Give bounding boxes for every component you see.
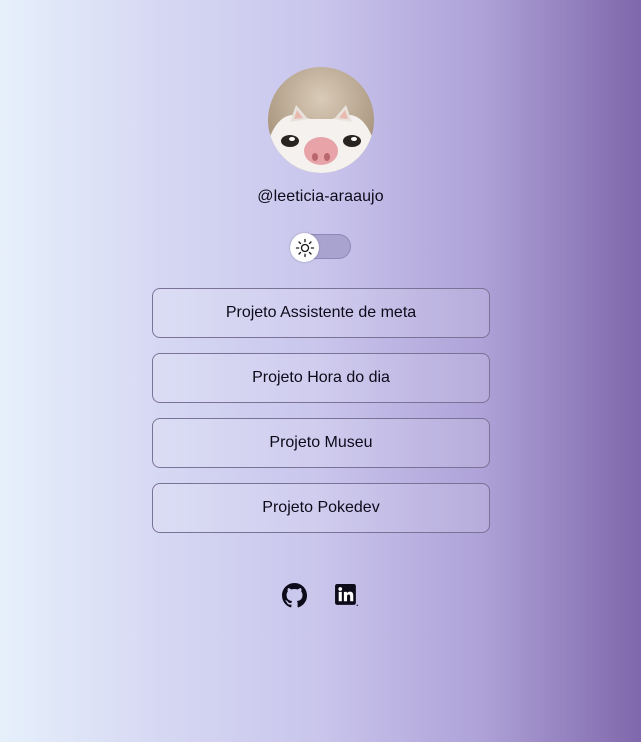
profile-section: @leeticia-araaujo bbox=[0, 67, 641, 207]
social-links bbox=[0, 583, 641, 608]
linkedin-icon[interactable] bbox=[334, 583, 359, 608]
github-icon[interactable] bbox=[282, 583, 307, 608]
theme-toggle[interactable] bbox=[290, 233, 351, 262]
toggle-knob bbox=[290, 233, 319, 262]
link-projeto-pokedev[interactable]: Projeto Pokedev bbox=[152, 483, 490, 533]
link-projeto-museu[interactable]: Projeto Museu bbox=[152, 418, 490, 468]
username: @leeticia-araaujo bbox=[257, 188, 384, 205]
link-projeto-assistente-de-meta[interactable]: Projeto Assistente de meta bbox=[152, 288, 490, 338]
link-projeto-hora-do-dia[interactable]: Projeto Hora do dia bbox=[152, 353, 490, 403]
avatar bbox=[267, 67, 374, 173]
sun-icon bbox=[295, 238, 314, 257]
project-links: Projeto Assistente de meta Projeto Hora … bbox=[152, 288, 490, 548]
